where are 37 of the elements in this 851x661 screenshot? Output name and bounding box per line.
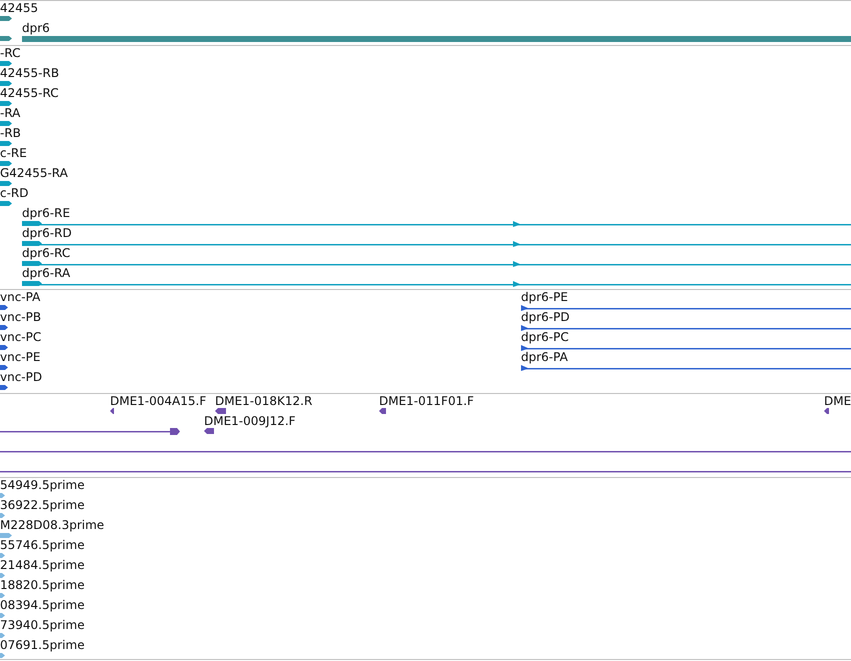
- feature-label: 42455-RC: [0, 86, 59, 101]
- feature-label: 54949.5prime: [0, 478, 85, 493]
- feature-label: vnc-PC: [0, 330, 42, 345]
- feature-label: dpr6-PC: [521, 330, 569, 345]
- feature-label: M228D08.3prime: [0, 518, 104, 533]
- feature-label: 42455: [0, 1, 38, 16]
- feature-label: G42455-RA: [0, 166, 68, 181]
- feature-label: DME1-018K12.R: [215, 394, 312, 409]
- feature-label: -RA: [0, 106, 20, 121]
- feature-label: vnc-PB: [0, 310, 42, 325]
- feature-label: 42455-RB: [0, 66, 60, 81]
- feature-label: 55746.5prime: [0, 538, 85, 553]
- feature-label: 08394.5prime: [0, 598, 85, 613]
- feature-label: dpr6: [22, 21, 50, 36]
- feature-label: c-RE: [0, 146, 27, 161]
- feature-label: vnc-PD: [0, 370, 42, 385]
- feature-label: DME: [824, 394, 851, 409]
- feature-label: -RC: [0, 46, 20, 61]
- feature-label: 36922.5prime: [0, 498, 85, 513]
- feature-label: dpr6-PA: [521, 350, 568, 365]
- feature-label: DME1-011F01.F: [379, 394, 474, 409]
- feature-label: dpr6-PD: [521, 310, 570, 325]
- feature-label: 21484.5prime: [0, 558, 85, 573]
- feature-label: 18820.5prime: [0, 578, 85, 593]
- feature-label: -RB: [0, 126, 21, 141]
- feature-label: vnc-PE: [0, 350, 40, 365]
- feature-label: 73940.5prime: [0, 618, 85, 633]
- feature-label: dpr6-RD: [22, 226, 72, 241]
- feature-label: dpr6-PE: [521, 290, 568, 305]
- feature-label: vnc-PA: [0, 290, 40, 305]
- feature-label: dpr6-RA: [22, 266, 70, 281]
- feature-label: dpr6-RC: [22, 246, 70, 261]
- feature-label: dpr6-RE: [22, 206, 70, 221]
- feature-label: c-RD: [0, 186, 29, 201]
- feature-label: DME1-004A15.F: [110, 394, 206, 409]
- feature-label: 07691.5prime: [0, 638, 85, 653]
- feature-label: DME1-009J12.F: [204, 414, 296, 429]
